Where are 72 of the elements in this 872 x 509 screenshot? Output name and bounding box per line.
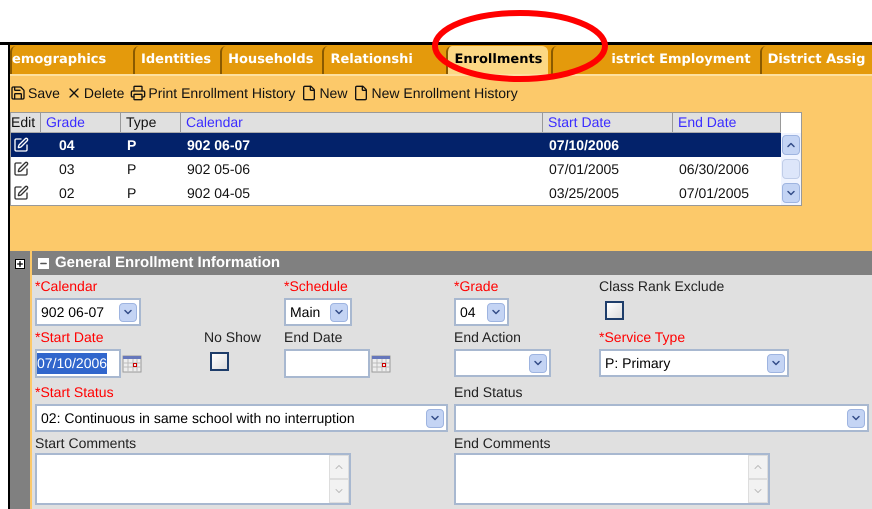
calendar-icon[interactable]: [122, 354, 142, 374]
table-cell-text: P: [126, 184, 138, 202]
field-label: End Status: [454, 384, 524, 401]
table-cell-text: 02: [58, 184, 76, 202]
field-label: End Comments: [454, 435, 552, 452]
table-cell-text: 07/10/2006: [548, 136, 620, 154]
dropdown-button[interactable]: [119, 302, 137, 322]
toolbar-button[interactable]: Print Enrollment History: [130, 82, 296, 104]
table-cell-text: P: [126, 160, 138, 178]
field-label: Start Comments: [35, 435, 138, 452]
column-header: Type: [121, 113, 181, 132]
checkbox[interactable]: [605, 301, 624, 320]
column-header[interactable]: Grade: [41, 113, 121, 132]
edit-icon[interactable]: [13, 161, 29, 177]
dropdown-button[interactable]: [487, 302, 505, 322]
dropdown-field[interactable]: [454, 404, 869, 432]
section-title: General Enrollment Information: [55, 252, 280, 273]
dropdown-button[interactable]: [847, 408, 865, 428]
table-cell-text: 902 05-06: [186, 160, 252, 178]
table-cell-text: 03: [58, 160, 76, 178]
collapse-toggle[interactable]: [38, 258, 49, 268]
column-header: Edit: [11, 113, 41, 132]
page-icon: [353, 85, 370, 101]
page-icon: [301, 85, 318, 101]
calendar-icon[interactable]: [371, 354, 391, 374]
printer-icon: [130, 85, 146, 101]
table-cell-text: 06/30/2006: [678, 160, 750, 178]
dropdown-field[interactable]: 02: Continuous in same school with no interruption: [35, 404, 448, 432]
table-cell-text: 902 04-05: [186, 184, 252, 202]
dropdown-field[interactable]: 04: [454, 298, 509, 326]
field-label: *Grade: [454, 278, 500, 295]
table-cell-text: 07/01/2005: [548, 160, 620, 178]
field-label: *Start Status: [35, 384, 115, 401]
table-row[interactable]: 04 P 902 06-07 07/10/2006: [11, 133, 781, 157]
field-label: *Schedule: [284, 278, 349, 295]
field-label: End Date: [284, 329, 344, 346]
dropdown-field[interactable]: Main: [284, 298, 352, 326]
column-header[interactable]: End Date: [673, 113, 781, 132]
checkbox[interactable]: [210, 352, 229, 371]
tab[interactable]: Enrollments: [446, 46, 548, 74]
field-label: *Start Date: [35, 329, 104, 346]
field-label: No Show: [204, 329, 262, 346]
date-field[interactable]: [284, 349, 370, 378]
dropdown-button[interactable]: [529, 354, 547, 372]
edit-icon[interactable]: [13, 185, 29, 201]
date-value: 07/10/2006: [37, 353, 108, 374]
table-cell-text: 902 06-07: [186, 136, 252, 154]
field-label: *Service Type: [599, 329, 686, 346]
toolbar-button[interactable]: New: [301, 82, 348, 104]
dropdown-button[interactable]: [767, 354, 785, 372]
section-header[interactable]: General Enrollment Information: [32, 251, 872, 275]
date-field[interactable]: 07/10/2006: [35, 349, 121, 378]
table-cell-text: 04: [58, 136, 76, 154]
plus-icon: [16, 260, 24, 268]
expand-toggle[interactable]: [15, 259, 25, 269]
table-cell-text: P: [126, 136, 138, 154]
field-label: End Action: [454, 329, 522, 346]
dropdown-field[interactable]: P: Primary: [599, 349, 789, 377]
field-label: *Calendar: [35, 278, 98, 295]
dropdown-field[interactable]: 902 06-07: [35, 298, 141, 326]
toolbar-button[interactable]: Delete: [66, 82, 124, 104]
dropdown-button[interactable]: [330, 302, 348, 322]
table-cell-text: 07/01/2005: [678, 184, 750, 202]
dropdown-field[interactable]: [454, 349, 551, 377]
table-cell-text: 03/25/2005: [548, 184, 620, 202]
field-label: Class Rank Exclude: [599, 278, 726, 295]
scrollbar[interactable]: [781, 133, 801, 205]
dropdown-button[interactable]: [426, 408, 444, 428]
toolbar-button[interactable]: New Enrollment History: [353, 82, 518, 104]
column-header[interactable]: Calendar: [181, 113, 543, 132]
column-header[interactable]: Start Date: [543, 113, 673, 132]
toolbar-button[interactable]: Save: [10, 82, 60, 104]
